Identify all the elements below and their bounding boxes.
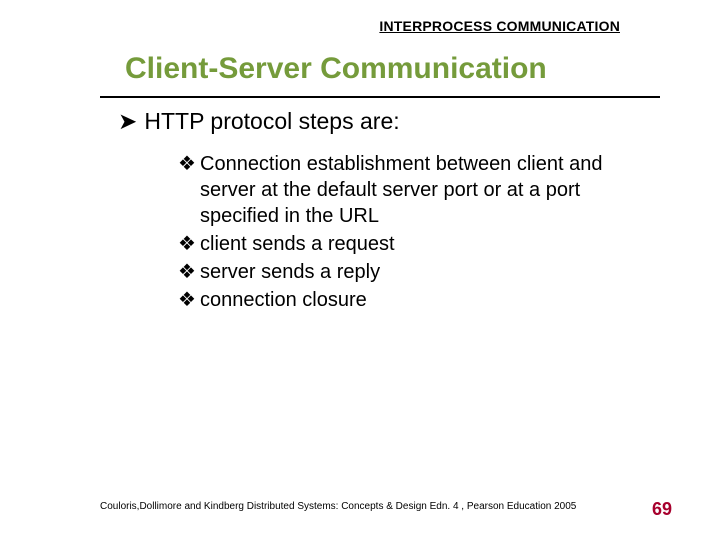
bullet-level2-text: server sends a reply xyxy=(200,259,618,285)
bullet-level2: ❖ server sends a reply xyxy=(178,259,618,285)
section-header: INTERPROCESS COMMUNICATION xyxy=(379,18,620,34)
slide: INTERPROCESS COMMUNICATION Client-Server… xyxy=(0,0,720,540)
sub-bullet-group: ❖ Connection establishment between clien… xyxy=(178,151,618,313)
bullet-level2: ❖ Connection establishment between clien… xyxy=(178,151,618,229)
bullet-level2: ❖ client sends a request xyxy=(178,231,618,257)
diamond-bullet-icon: ❖ xyxy=(178,151,200,229)
diamond-bullet-icon: ❖ xyxy=(178,259,200,285)
arrow-bullet-icon: ➤ xyxy=(118,108,138,135)
bullet-level2-text: client sends a request xyxy=(200,231,618,257)
diamond-bullet-icon: ❖ xyxy=(178,231,200,257)
title-rule xyxy=(100,96,660,98)
bullet-level2: ❖ connection closure xyxy=(178,287,618,313)
diamond-bullet-icon: ❖ xyxy=(178,287,200,313)
bullet-level1-text: HTTP protocol steps are: xyxy=(144,108,399,134)
bullet-level2-text: connection closure xyxy=(200,287,618,313)
bullet-level1: ➤ HTTP protocol steps are: xyxy=(118,108,618,135)
page-number: 69 xyxy=(652,499,672,520)
bullet-level2-text: Connection establishment between client … xyxy=(200,151,618,229)
slide-title: Client-Server Communication xyxy=(125,52,547,86)
body-content: ➤ HTTP protocol steps are: ❖ Connection … xyxy=(118,108,618,315)
footer-citation: Couloris,Dollimore and Kindberg Distribu… xyxy=(100,501,576,512)
